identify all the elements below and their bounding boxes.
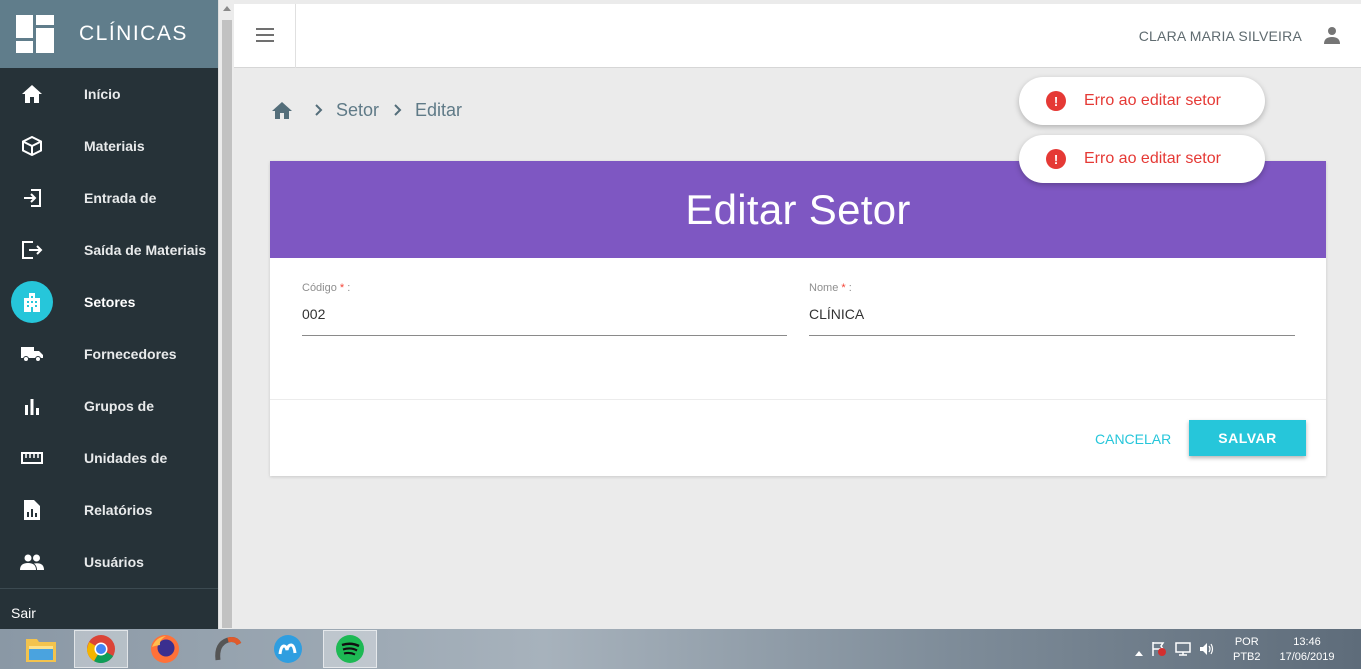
sidebar-item-label: Usuários	[84, 554, 144, 570]
sidebar-item-label: Setores	[84, 294, 136, 310]
page-title: Editar Setor	[685, 185, 911, 233]
sidebar-divider	[0, 588, 218, 589]
scrollbar-thumb[interactable]	[222, 20, 232, 628]
chevron-right-icon	[314, 103, 324, 117]
sidebar-item-relatorios[interactable]: Relatórios	[0, 484, 218, 536]
sidebar-item-label: Grupos de	[84, 398, 155, 414]
error-icon: !	[1046, 91, 1066, 111]
sidebar-item-fornecedores[interactable]: Fornecedores	[0, 328, 218, 380]
header-divider	[295, 4, 296, 68]
bar-chart-icon	[11, 385, 53, 427]
code-label: Código * :	[302, 282, 351, 294]
breadcrumb-setor[interactable]: Setor	[336, 100, 379, 121]
building-icon	[11, 281, 53, 323]
sidebar-item-usuarios[interactable]: Usuários	[0, 536, 218, 588]
ruler-icon	[11, 437, 53, 479]
breadcrumb: Setor Editar	[270, 96, 462, 124]
sidebar-item-label: Relatórios	[84, 502, 153, 518]
tray-icons	[1135, 641, 1215, 662]
error-icon: !	[1046, 149, 1066, 169]
logout-icon	[11, 229, 53, 271]
sidebar-item-label: Materiais	[84, 138, 145, 154]
language-indicator[interactable]: POR PTB2	[1233, 635, 1261, 665]
package-icon	[11, 125, 53, 167]
chrome-icon[interactable]	[74, 630, 128, 668]
card-divider	[270, 399, 1326, 400]
sidebar-item-label: Entrada de	[84, 190, 157, 206]
logout-link[interactable]: Sair	[11, 605, 36, 621]
sidebar-item-label: Saída de Materiais	[84, 242, 207, 258]
user-name[interactable]: CLARA MARIA SILVEIRA	[1139, 28, 1302, 44]
login-icon	[11, 177, 53, 219]
messenger-app-icon[interactable]	[261, 630, 315, 668]
sidebar-item-label: Unidades de	[84, 450, 168, 466]
file-explorer-icon[interactable]	[14, 630, 68, 668]
error-toast[interactable]: ! Erro ao editar setor	[1019, 77, 1265, 125]
volume-icon[interactable]	[1199, 641, 1215, 662]
code-field: Código * :	[302, 282, 787, 336]
name-field: Nome * :	[809, 282, 1295, 336]
sidebar-scrollbar[interactable]	[218, 0, 234, 629]
edit-sector-card: Editar Setor Código * : Nome * : CANCELA…	[270, 161, 1326, 476]
sidebar-item-materiais[interactable]: Materiais	[0, 120, 218, 172]
os-taskbar: POR PTB2 13:46 17/06/2019	[0, 629, 1361, 669]
toast-message: Erro ao editar setor	[1084, 92, 1221, 109]
sidebar-item-label: Fornecedores	[84, 346, 177, 362]
sidebar-item-unidades[interactable]: Unidades de	[0, 432, 218, 484]
app-logo-icon	[16, 15, 54, 53]
breadcrumb-home-icon[interactable]	[270, 98, 294, 122]
action-center-flag-icon[interactable]	[1151, 641, 1167, 662]
sidebar-item-entrada[interactable]: Entrada de	[0, 172, 218, 224]
save-button[interactable]: SALVAR	[1189, 420, 1306, 456]
app-swirl-icon[interactable]	[200, 630, 254, 668]
sidebar-item-grupos[interactable]: Grupos de	[0, 380, 218, 432]
error-toast[interactable]: ! Erro ao editar setor	[1019, 135, 1265, 183]
sidebar: CLÍNICAS Início Materiais Entrada de Saí…	[0, 0, 218, 629]
sidebar-item-label: Início	[84, 86, 121, 102]
name-input[interactable]	[809, 294, 1295, 336]
toast-message: Erro ao editar setor	[1084, 150, 1221, 167]
menu-icon[interactable]	[256, 28, 274, 42]
clock[interactable]: 13:46 17/06/2019	[1275, 635, 1339, 665]
breadcrumb-editar: Editar	[415, 99, 463, 120]
network-icon[interactable]	[1175, 641, 1191, 662]
account-icon[interactable]	[1323, 26, 1341, 49]
sidebar-header: CLÍNICAS	[0, 0, 218, 68]
home-icon	[11, 73, 53, 115]
firefox-icon[interactable]	[138, 630, 192, 668]
chevron-up-icon[interactable]	[1135, 643, 1143, 661]
chevron-right-icon	[393, 103, 403, 117]
sidebar-item-setores[interactable]: Setores	[0, 276, 218, 328]
scroll-up-icon[interactable]	[223, 6, 231, 11]
report-icon	[11, 489, 53, 531]
spotify-icon[interactable]	[323, 630, 377, 668]
app-name: CLÍNICAS	[79, 22, 188, 45]
code-input[interactable]	[302, 294, 787, 336]
name-label: Nome * :	[809, 282, 852, 294]
sidebar-item-inicio[interactable]: Início	[0, 68, 218, 120]
cancel-button[interactable]: CANCELAR	[1085, 421, 1181, 457]
sidebar-item-saida[interactable]: Saída de Materiais	[0, 224, 218, 276]
users-icon	[11, 541, 53, 583]
top-bar: CLARA MARIA SILVEIRA	[234, 4, 1361, 68]
truck-icon	[11, 333, 53, 375]
sidebar-menu: Início Materiais Entrada de Saída de Mat…	[0, 68, 218, 588]
